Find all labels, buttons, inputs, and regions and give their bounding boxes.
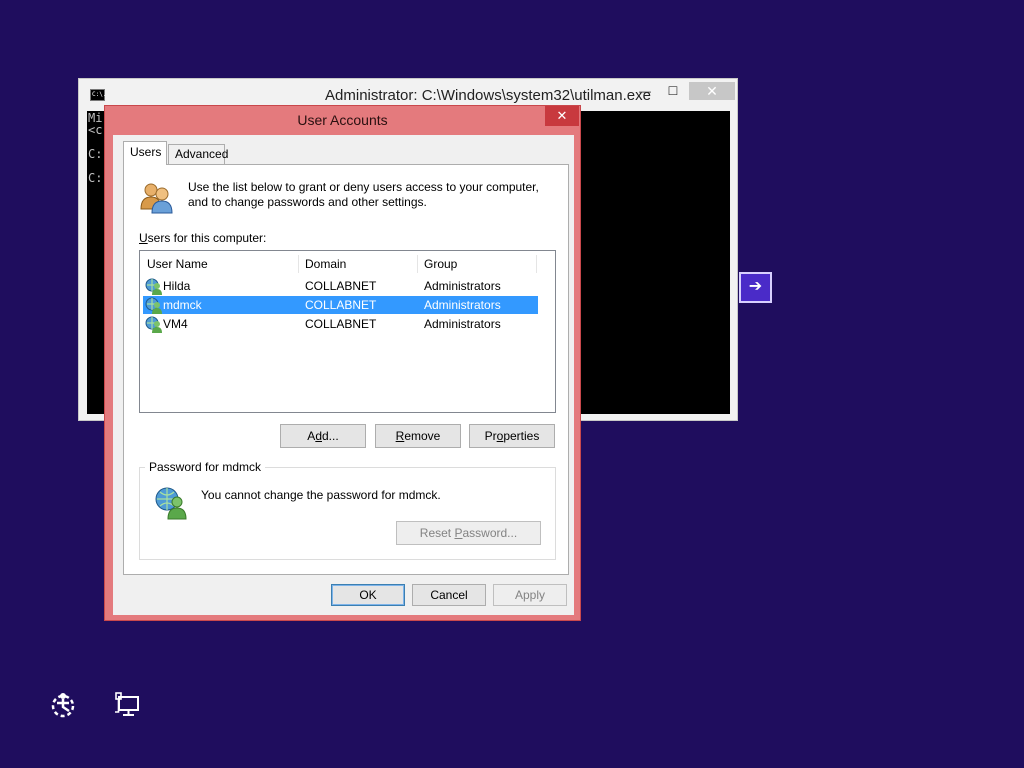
cell-user-name: mdmck (163, 298, 202, 312)
password-group-title: Password for mdmck (145, 460, 266, 474)
column-header-user-name[interactable]: User Name (147, 257, 208, 271)
user-globe-icon (145, 316, 162, 333)
cell-user-name: VM4 (163, 317, 188, 331)
column-separator[interactable] (536, 255, 537, 273)
user-globe-icon (145, 278, 162, 295)
table-row-selected[interactable]: mdmck COLLABNET Administrators (143, 296, 538, 314)
cell-group: Administrators (424, 317, 501, 331)
users-tab-panel: Use the list below to grant or deny user… (123, 164, 569, 575)
table-row[interactable]: VM4 COLLABNET Administrators (143, 315, 538, 333)
maximize-button[interactable]: ☐ (661, 82, 685, 100)
cell-user-name: Hilda (163, 279, 191, 293)
reset-password-button[interactable]: Reset Password... (396, 521, 541, 545)
column-separator[interactable] (298, 255, 299, 273)
user-globe-icon (155, 487, 187, 520)
cell-group: Administrators (424, 298, 501, 312)
ease-of-access-icon[interactable] (48, 690, 78, 720)
dialog-close-button[interactable]: ✕ (545, 106, 579, 126)
network-icon[interactable] (112, 690, 142, 720)
password-message: You cannot change the password for mdmck… (201, 488, 441, 502)
cancel-button[interactable]: Cancel (412, 584, 486, 606)
cell-group: Administrators (424, 279, 501, 293)
cmd-close-button[interactable]: ✕ (689, 82, 735, 100)
properties-button[interactable]: Properties (469, 424, 555, 448)
dialog-client: Users Advanced Use the list below to gra… (113, 135, 574, 615)
cell-domain: COLLABNET (305, 317, 377, 331)
user-globe-icon (145, 297, 162, 314)
users-listview[interactable]: User Name Domain Group Hilda COLLABNET A… (139, 250, 556, 413)
dialog-title: User Accounts (297, 112, 388, 128)
users-list-label: Users for this computer: (139, 231, 267, 245)
tab-advanced[interactable]: Advanced (168, 144, 228, 164)
cell-domain: COLLABNET (305, 279, 377, 293)
column-header-domain[interactable]: Domain (305, 257, 346, 271)
table-row[interactable]: Hilda COLLABNET Administrators (143, 277, 538, 295)
column-header-group[interactable]: Group (424, 257, 457, 271)
submit-arrow-button[interactable]: ➔ (739, 272, 772, 303)
password-groupbox: Password for mdmck You cannot change the… (139, 460, 556, 560)
tab-users[interactable]: Users (123, 141, 167, 165)
add-user-button[interactable]: Add... (280, 424, 366, 448)
intro-text: Use the list below to grant or deny user… (188, 180, 539, 209)
ok-button[interactable]: OK (331, 584, 405, 606)
cell-domain: COLLABNET (305, 298, 377, 312)
minimize-button[interactable]: — (633, 82, 657, 100)
users-group-icon (140, 183, 173, 214)
listview-header: User Name Domain Group (140, 251, 555, 275)
remove-user-button[interactable]: Remove (375, 424, 461, 448)
apply-button[interactable]: Apply (493, 584, 567, 606)
user-accounts-dialog[interactable]: User Accounts ✕ Users Advanced Use the l… (104, 105, 581, 621)
column-separator[interactable] (417, 255, 418, 273)
